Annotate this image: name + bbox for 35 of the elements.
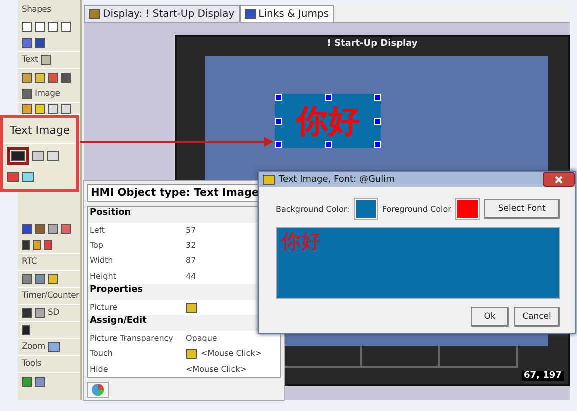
property-value[interactable]: Opaque xyxy=(184,333,218,346)
property-name: Hide xyxy=(89,364,108,376)
toolbox-label: Zoom xyxy=(22,342,46,352)
editor-tab[interactable]: Display: ! Start-Up Display xyxy=(84,5,240,22)
toolbox-label: Text xyxy=(22,55,38,65)
display-title: ! Start-Up Display xyxy=(326,38,419,51)
background-label: Background Color: xyxy=(276,204,350,214)
property-value[interactable]: 32 xyxy=(184,240,196,252)
dialog-button[interactable]: Ok xyxy=(471,307,509,327)
editor-tab[interactable]: Links & Jumps xyxy=(240,5,334,22)
foreground-label: Foreground Color xyxy=(382,204,452,214)
dialog-title: Text Image, Font: @Gulim xyxy=(279,174,396,184)
property-value[interactable]: 87 xyxy=(184,255,196,268)
property-name: Top xyxy=(89,240,104,252)
property-value[interactable]: <Mouse Click> xyxy=(184,364,247,376)
property-name: Picture xyxy=(89,302,118,314)
property-value[interactable]: <Mouse Click> xyxy=(184,348,262,360)
property-name: Width xyxy=(89,255,114,268)
property-value[interactable]: 44 xyxy=(184,270,196,283)
property-name: Touch xyxy=(89,348,113,360)
preview-text: 你好 xyxy=(281,231,321,251)
toolbox-label: RTC xyxy=(22,257,38,267)
cursor-coordinates: 67, 197 xyxy=(522,371,564,381)
toolbox-label: Tools xyxy=(22,359,42,369)
dialog-button[interactable]: Cancel xyxy=(514,307,560,327)
property-value[interactable]: 57 xyxy=(184,224,196,237)
toolbox-label: SD xyxy=(48,308,60,318)
toolbox-label: Timer/Counter xyxy=(22,291,80,301)
toolbox-label: Image xyxy=(35,89,60,99)
property-name: Picture Transparency xyxy=(89,333,174,346)
toolbox-label: Shapes xyxy=(22,4,52,14)
property-name: Left xyxy=(89,224,106,237)
property-name: Height xyxy=(89,270,116,283)
callout-title: Text Image xyxy=(3,118,76,144)
select-font-button[interactable]: Select Font xyxy=(484,199,560,219)
